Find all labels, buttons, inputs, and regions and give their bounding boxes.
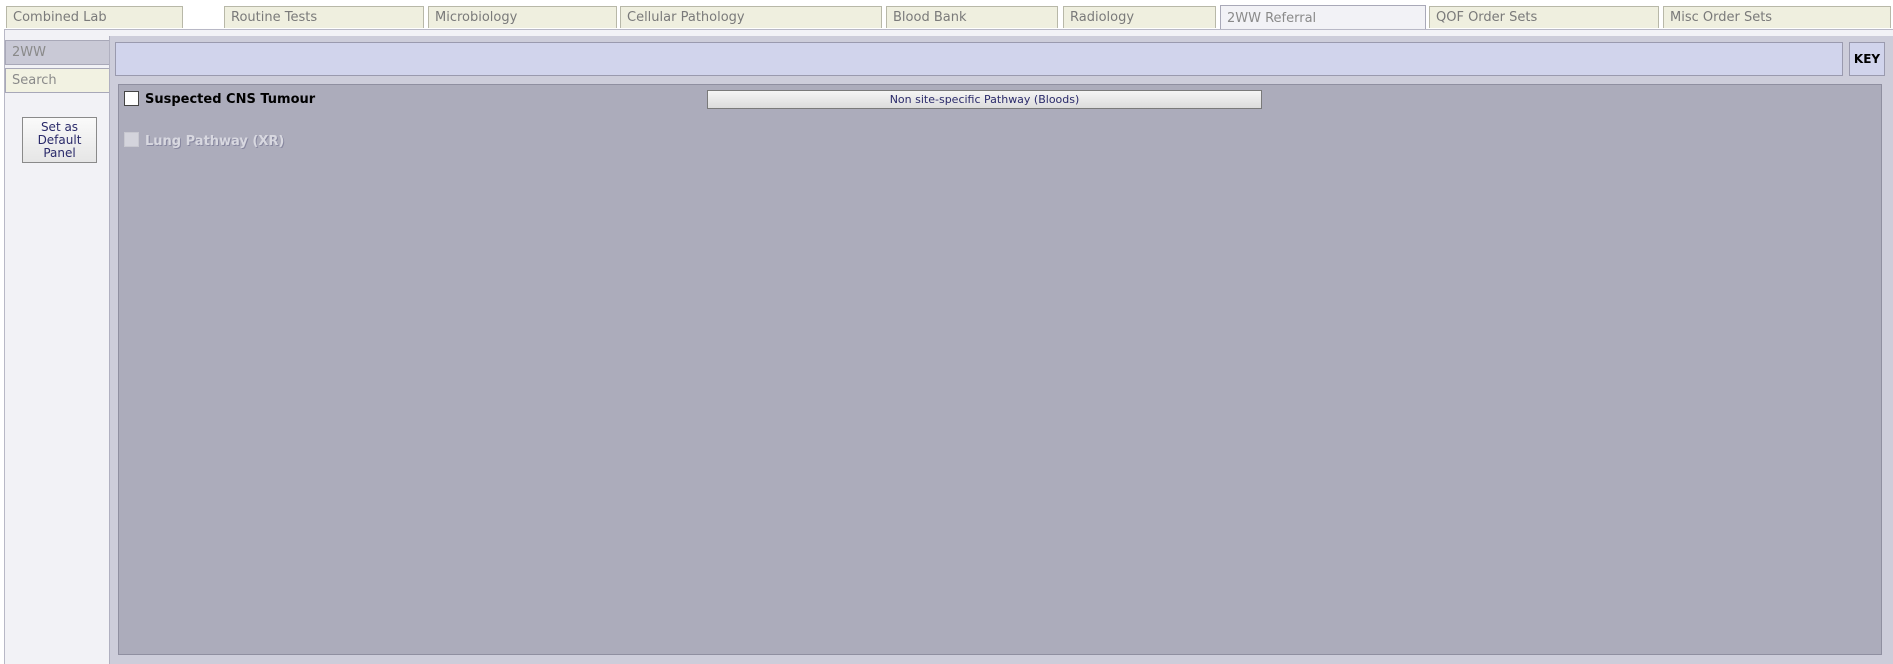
tab-misc-order-sets[interactable]: Misc Order Sets: [1663, 6, 1891, 28]
tab-routine-tests[interactable]: Routine Tests: [224, 6, 424, 28]
header-bar: [115, 42, 1843, 76]
lung-pathway-checkbox: [124, 132, 139, 147]
tab-microbiology[interactable]: Microbiology: [428, 6, 617, 28]
tab-blood-bank[interactable]: Blood Bank: [886, 6, 1058, 28]
suspected-cns-tumour-label[interactable]: Suspected CNS Tumour: [145, 92, 315, 107]
key-button[interactable]: KEY: [1849, 42, 1885, 76]
set-default-panel-button[interactable]: Set as Default Panel: [22, 117, 97, 163]
lung-pathway-label: Lung Pathway (XR): [145, 134, 285, 149]
order-content-panel: [118, 84, 1882, 655]
non-site-specific-pathway-button[interactable]: Non site-specific Pathway (Bloods): [707, 90, 1262, 109]
tab-2ww-referral[interactable]: 2WW Referral: [1220, 5, 1426, 30]
panel-name-label[interactable]: 2WW: [5, 40, 109, 65]
suspected-cns-tumour-checkbox[interactable]: [124, 91, 139, 106]
tab-combined-lab[interactable]: Combined Lab: [6, 6, 183, 28]
tab-cellular-pathology[interactable]: Cellular Pathology: [620, 6, 882, 28]
tab-bar: Combined Lab Routine Tests Microbiology …: [0, 0, 1893, 30]
divider: [109, 36, 110, 664]
tab-qof-order-sets[interactable]: QOF Order Sets: [1429, 6, 1659, 28]
search-input[interactable]: Search: [5, 68, 109, 93]
tab-radiology[interactable]: Radiology: [1063, 6, 1216, 28]
